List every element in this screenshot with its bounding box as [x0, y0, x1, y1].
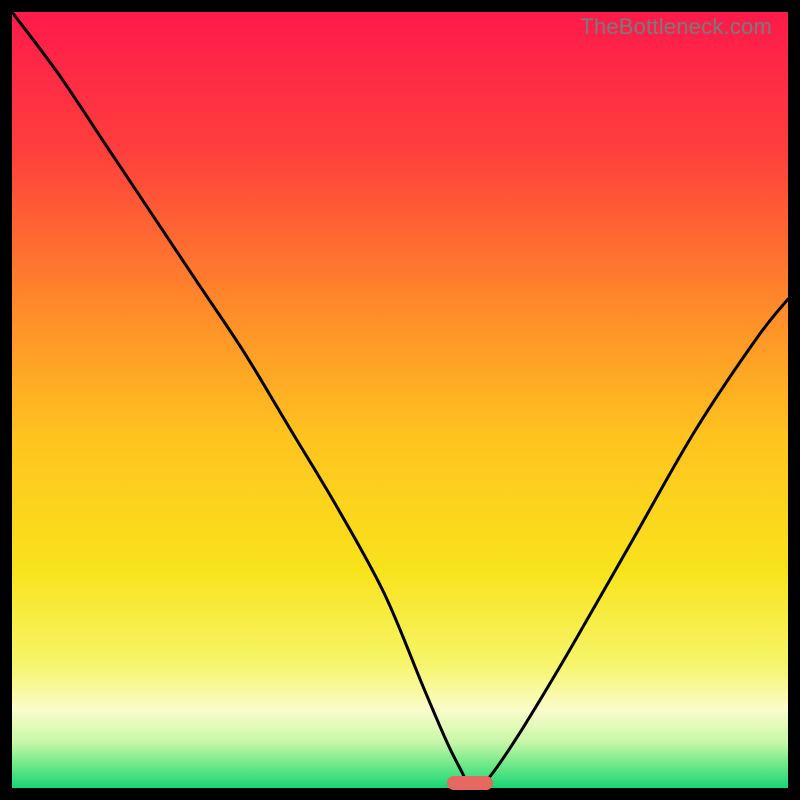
- bottleneck-plot: [12, 12, 788, 788]
- optimal-range-marker: [447, 776, 494, 790]
- watermark-text: TheBottleneck.com: [580, 14, 772, 40]
- gradient-background: [12, 12, 788, 788]
- chart-frame: TheBottleneck.com: [12, 12, 788, 788]
